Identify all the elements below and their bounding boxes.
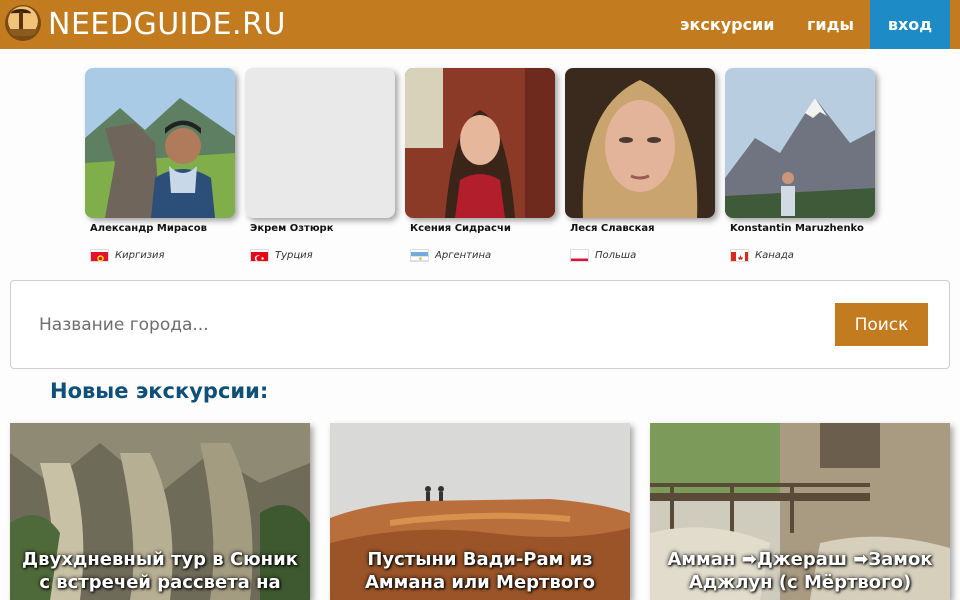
argentina-flag-icon	[410, 249, 429, 262]
tour-card[interactable]: Амман ➡Джераш ➡Замок Аджлун (с Мёртвого)	[650, 423, 950, 600]
nav-tours-link[interactable]: экскурсии	[680, 0, 774, 49]
guide-photo-placeholder[interactable]	[245, 68, 395, 218]
guide-country: Турция	[250, 249, 400, 263]
turkey-flag-icon	[250, 249, 269, 262]
guide-country-label: Киргизия	[115, 250, 165, 261]
ground-shape	[9, 29, 37, 36]
tour-title[interactable]: Двухдневный тур в Сюник с встречей рассв…	[20, 548, 300, 594]
poland-flag-icon	[570, 249, 589, 262]
site-brand[interactable]: NEEDGUIDE.RU	[48, 6, 286, 44]
logo-icon[interactable]	[5, 5, 41, 41]
tour-card[interactable]: Пустыни Вади-Рам из Аммана или Мертвого	[330, 423, 630, 600]
tour-card[interactable]: Двухдневный тур в Сюник с встречей рассв…	[10, 423, 310, 600]
search-panel: Поиск	[10, 280, 950, 369]
guide-photo[interactable]	[565, 68, 715, 218]
city-search-input[interactable]	[39, 305, 819, 345]
guide-name[interactable]: Konstantin Maruzhenko	[730, 223, 880, 234]
guide-photo[interactable]	[725, 68, 875, 218]
guide-name[interactable]: Ксения Сидрасчи	[410, 223, 560, 234]
kyrgyzstan-flag-icon	[90, 249, 109, 262]
new-tours-heading: Новые экскурсии:	[50, 379, 269, 403]
guide-name[interactable]: Экрем Озтюрк	[250, 223, 400, 234]
guide-name[interactable]: Александр Мирасов	[90, 223, 240, 234]
guide-country: Польша	[570, 249, 720, 263]
guide-name[interactable]: Леся Славская	[570, 223, 720, 234]
tour-title[interactable]: Пустыни Вади-Рам из Аммана или Мертвого	[340, 548, 620, 594]
login-button[interactable]: вход	[870, 0, 950, 49]
top-navbar: NEEDGUIDE.RU экскурсии гиды вход	[0, 0, 960, 49]
guide-country-label: Турция	[275, 250, 313, 261]
guide-country: Аргентина	[410, 249, 560, 263]
search-button[interactable]: Поиск	[835, 303, 928, 346]
canada-flag-icon	[730, 249, 749, 262]
guide-photo[interactable]	[85, 68, 235, 218]
guide-photo[interactable]	[405, 68, 555, 218]
guide-country: Канада	[730, 249, 880, 263]
guide-country-label: Канада	[755, 250, 794, 261]
guide-country-label: Польша	[595, 250, 637, 261]
guide-country-label: Аргентина	[435, 250, 492, 261]
guides-carousel: Александр Мирасов Киргизия Экрем Озтюрк …	[85, 68, 885, 268]
nav-guides-link[interactable]: гиды	[807, 0, 854, 49]
tour-title[interactable]: Амман ➡Джераш ➡Замок Аджлун (с Мёртвого)	[660, 548, 940, 594]
guide-country: Киргизия	[90, 249, 240, 263]
